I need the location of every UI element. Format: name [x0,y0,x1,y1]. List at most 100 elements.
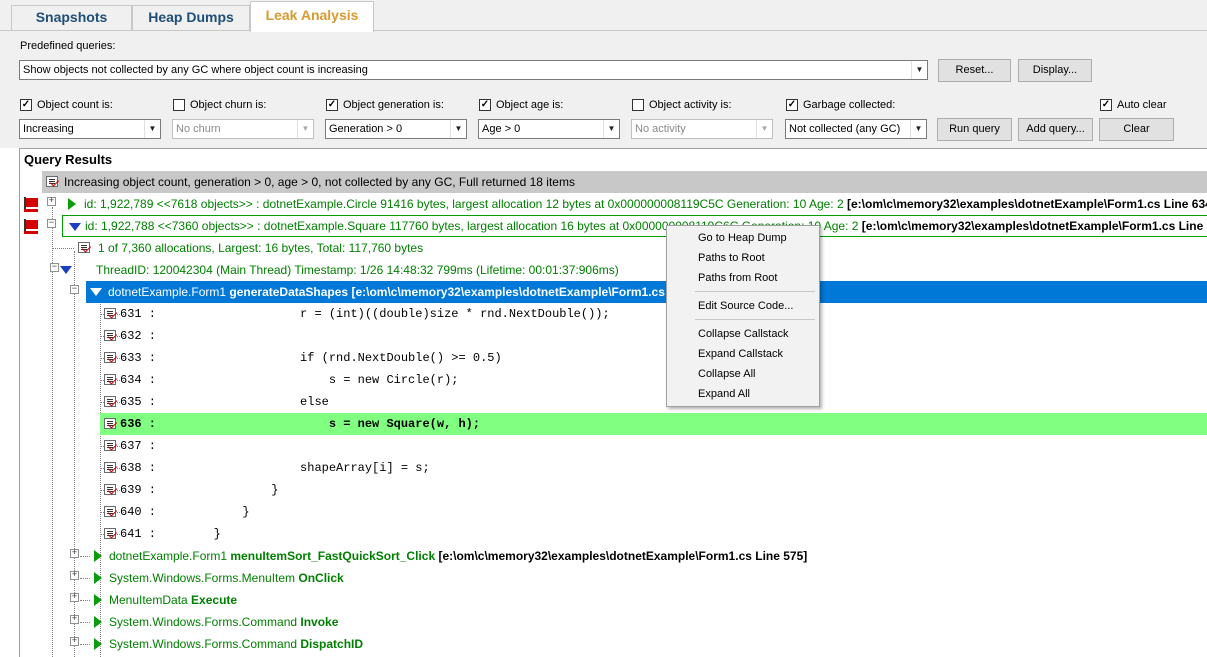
tree-guide [80,600,90,601]
summary-text: Increasing object count, generation > 0,… [64,175,575,189]
source-line[interactable]: 639 : } [100,479,1207,501]
query-results-panel: Query Results Increasing object count, g… [19,148,1207,657]
line-separator: : [141,483,157,497]
object-generation-select[interactable]: Generation > 0 ▼ [325,119,467,139]
context-menu: Go to Heap Dump Paths to Root Paths from… [666,225,820,407]
line-separator: : [141,527,157,541]
collapsed-arrow-icon [94,638,102,650]
source-line[interactable]: 634 : s = new Circle(r); [100,369,1207,391]
object-count-select[interactable]: Increasing ▼ [19,119,161,139]
object-churn-checkbox[interactable] [173,99,185,111]
summary-row[interactable]: Increasing object count, generation > 0,… [42,171,1207,193]
frame-class: MenuItemData [109,593,192,607]
menu-expand-all[interactable]: Expand All [698,384,750,404]
line-number: 640 [120,505,142,519]
source-line[interactable]: 631 : r = (int)((double)size * rnd.NextD… [100,303,1207,325]
menu-separator [695,291,815,292]
source-line-highlighted[interactable]: 636 : s = new Square(w, h); [100,413,1207,435]
tab-snapshots[interactable]: Snapshots [11,5,132,30]
menu-collapse-all[interactable]: Collapse All [698,364,755,384]
chevron-down-icon[interactable]: ▼ [144,120,160,138]
menu-paths-to-root[interactable]: Paths to Root [698,248,765,268]
display-button[interactable]: Display... [1018,59,1092,82]
source-line[interactable]: 640 : } [100,501,1207,523]
tree-guide [80,644,90,645]
collapse-toggle[interactable]: − [50,263,59,272]
collapse-toggle[interactable]: − [47,219,56,228]
expand-toggle[interactable]: + [70,615,79,624]
line-number: 633 [120,351,142,365]
source-code-icon [104,462,116,473]
predefined-queries-select[interactable]: Show objects not collected by any GC whe… [19,60,928,80]
object-generation-checkbox[interactable]: ✓ [326,99,338,111]
leak-flag-icon [23,196,39,212]
object-churn-label: Object churn is: [190,99,267,111]
source-code-icon [104,418,116,429]
expanded-arrow-icon [90,288,102,296]
chevron-down-icon[interactable]: ▼ [910,120,926,138]
menu-paths-from-root[interactable]: Paths from Root [698,268,777,288]
run-query-button[interactable]: Run query [937,118,1012,141]
frame-method: DispatchID [300,637,364,651]
source-line[interactable]: 632 : [100,325,1207,347]
object-count-label: Object count is: [37,99,113,111]
menu-edit-source-code[interactable]: Edit Source Code... [698,296,793,316]
object-count-value: Increasing [23,123,74,135]
source-line[interactable]: 638 : shapeArray[i] = s; [100,457,1207,479]
frame-method: menuItemSort_FastQuickSort_Click [230,549,436,563]
expand-toggle[interactable]: + [70,549,79,558]
object-churn-value: No churn [176,123,221,135]
add-query-button[interactable]: Add query... [1018,118,1093,141]
clear-button[interactable]: Clear [1099,118,1174,141]
line-code: s = new Square(w, h); [156,417,481,431]
object-age-checkbox[interactable]: ✓ [479,99,491,111]
object-activity-checkbox[interactable] [632,99,644,111]
menu-go-to-heap-dump[interactable]: Go to Heap Dump [698,228,787,248]
tab-heap-dumps[interactable]: Heap Dumps [132,5,250,30]
line-number: 641 [120,527,142,541]
callstack-frame-selected[interactable]: dotnetExample.Form1 generateDataShapes [… [86,281,1207,303]
expand-toggle[interactable]: + [70,571,79,580]
menu-expand-callstack[interactable]: Expand Callstack [698,344,783,364]
object-age-select[interactable]: Age > 0 ▼ [478,119,620,139]
auto-clear-checkbox[interactable]: ✓ [1100,99,1112,111]
tab-leak-analysis[interactable]: Leak Analysis [250,1,374,32]
chevron-down-icon[interactable]: ▼ [756,120,772,138]
object-churn-select[interactable]: No churn ▼ [172,119,314,139]
tree-guide [52,248,74,249]
chevron-down-icon[interactable]: ▼ [450,120,466,138]
reset-button[interactable]: Reset... [938,59,1011,82]
garbage-collected-value: Not collected (any GC) [789,123,901,135]
expand-toggle[interactable]: + [47,197,56,206]
source-line[interactable]: 635 : else [100,391,1207,413]
line-code: } [156,483,279,497]
frame-method: Execute [191,593,238,607]
object-age-value: Age > 0 [482,123,521,135]
line-code: shapeArray[i] = s; [156,461,430,475]
menu-collapse-callstack[interactable]: Collapse Callstack [698,324,788,344]
expanded-arrow-icon [60,266,72,274]
collapse-toggle[interactable]: − [70,285,79,294]
source-line[interactable]: 633 : if (rnd.NextDouble() >= 0.5) [100,347,1207,369]
source-line[interactable]: 637 : [100,435,1207,457]
object-count-checkbox[interactable]: ✓ [20,99,32,111]
frame-class: System.Windows.Forms.Command [109,615,301,629]
garbage-collected-checkbox[interactable]: ✓ [786,99,798,111]
object-activity-label: Object activity is: [649,99,732,111]
chevron-down-icon[interactable]: ▼ [911,61,927,79]
line-separator: : [141,307,157,321]
source-line[interactable]: 641 : } [100,523,1207,545]
line-code: r = (int)((double)size * rnd.NextDouble(… [156,307,610,321]
garbage-collected-select[interactable]: Not collected (any GC) ▼ [785,119,927,139]
expand-toggle[interactable]: + [70,593,79,602]
object-activity-select[interactable]: No activity ▼ [631,119,773,139]
chevron-down-icon[interactable]: ▼ [603,120,619,138]
tree-guide [80,622,90,623]
tree-guide [80,578,90,579]
chevron-down-icon[interactable]: ▼ [297,120,313,138]
line-separator: : [141,395,157,409]
leak-item-square[interactable]: id: 1,922,788 <<7360 objects>> : dotnetE… [62,215,1207,237]
object-generation-value: Generation > 0 [329,123,403,135]
tree-guide [80,556,90,557]
expand-toggle[interactable]: + [70,637,79,646]
